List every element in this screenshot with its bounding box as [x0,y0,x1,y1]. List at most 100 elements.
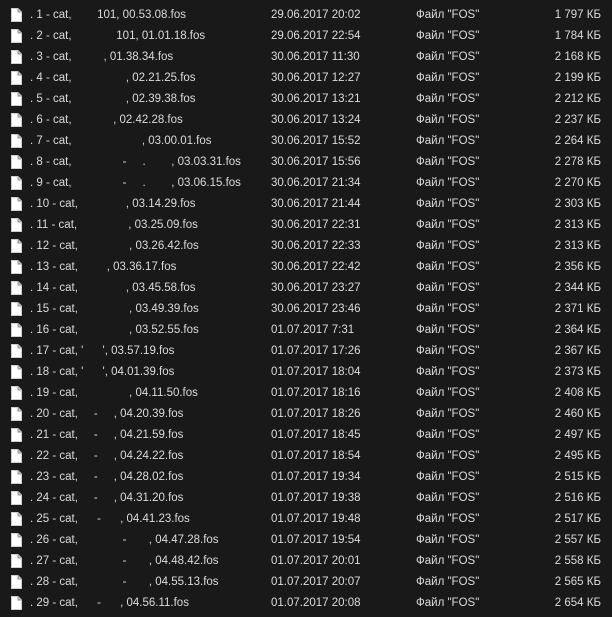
file-row-11[interactable]: . 11 - cat, , 03.25.09.fos 30.06.2017 22… [0,215,612,236]
file-icon [11,176,22,190]
file-size: 2 515 КБ [554,471,601,483]
file-type: Файл "FOS" [416,366,480,378]
file-row-24[interactable]: . 24 - cat, - , 04.31.20.fos 01.07.2017 … [0,488,612,509]
file-row-22[interactable]: . 22 - cat, - , 04.24.22.fos 01.07.2017 … [0,446,612,467]
file-row-10[interactable]: . 10 - cat, , 03.14.29.fos 30.06.2017 21… [0,194,612,215]
file-name: . 19 - cat, , 04.11.50.fos [30,387,198,399]
file-type: Файл "FOS" [416,93,480,105]
file-name: . 2 - cat, 101, 01.01.18.fos [30,30,206,42]
file-row-28[interactable]: . 28 - cat, - , 04.55.13.fos 01.07.2017 … [0,572,612,593]
file-date-modified: 01.07.2017 18:26 [271,408,361,420]
file-row-2[interactable]: . 2 - cat, 101, 01.01.18.fos 29.06.2017 … [0,26,612,47]
file-name: . 10 - cat, , 03.14.29.fos [30,198,196,210]
file-row-25[interactable]: . 25 - cat, - , 04.41.23.fos 01.07.2017 … [0,509,612,530]
file-icon [11,323,22,337]
file-name: . 4 - cat, , 02.21.25.fos [30,72,196,84]
file-date-modified: 30.06.2017 15:52 [271,135,361,147]
file-date-modified: 01.07.2017 7:31 [271,324,355,336]
file-row-27[interactable]: . 27 - cat, - , 04.48.42.fos 01.07.2017 … [0,551,612,572]
file-date-modified: 30.06.2017 21:44 [271,198,361,210]
file-row-9[interactable]: . 9 - cat, - . , 03.06.15.fos 30.06.2017… [0,173,612,194]
file-row-12[interactable]: . 12 - cat, , 03.26.42.fos 30.06.2017 22… [0,236,612,257]
file-size: 2 516 КБ [554,492,601,504]
file-icon [11,533,22,547]
file-name: . 20 - cat, - , 04.20.39.fos [30,408,184,420]
file-date-modified: 01.07.2017 18:16 [271,387,361,399]
file-name: . 28 - cat, - , 04.55.13.fos [30,576,219,588]
file-row-3[interactable]: . 3 - cat, , 01.38.34.fos 30.06.2017 11:… [0,47,612,68]
file-name: . 13 - cat, , 03.36.17.fos [30,261,177,273]
file-name: . 26 - cat, - , 04.47.28.fos [30,534,219,546]
file-date-modified: 30.06.2017 22:42 [271,261,361,273]
file-row-4[interactable]: . 4 - cat, , 02.21.25.fos 30.06.2017 12:… [0,68,612,89]
file-type: Файл "FOS" [416,177,480,189]
file-row-19[interactable]: . 19 - cat, , 04.11.50.fos 01.07.2017 18… [0,383,612,404]
file-date-modified: 01.07.2017 18:45 [271,429,361,441]
file-row-17[interactable]: . 17 - cat, ' ', 03.57.19.fos 01.07.2017… [0,341,612,362]
file-type: Файл "FOS" [416,450,480,462]
file-row-14[interactable]: . 14 - cat, , 03.45.58.fos 30.06.2017 23… [0,278,612,299]
file-date-modified: 01.07.2017 17:26 [271,345,361,357]
file-size: 2 654 КБ [554,597,601,609]
file-row-21[interactable]: . 21 - cat, - , 04.21.59.fos 01.07.2017 … [0,425,612,446]
file-icon [11,218,22,232]
file-name: . 23 - cat, - , 04.28.02.fos [30,471,184,483]
file-type: Файл "FOS" [416,30,480,42]
file-row-1[interactable]: . 1 - cat, 101, 00.53.08.fos 29.06.2017 … [0,5,612,26]
file-date-modified: 29.06.2017 22:54 [271,30,361,42]
file-type: Файл "FOS" [416,219,480,231]
file-size: 2 168 КБ [554,51,601,63]
file-type: Файл "FOS" [416,597,480,609]
file-date-modified: 01.07.2017 20:07 [271,576,361,588]
file-row-26[interactable]: . 26 - cat, - , 04.47.28.fos 01.07.2017 … [0,530,612,551]
file-size: 2 212 КБ [554,93,601,105]
file-name: . 21 - cat, - , 04.21.59.fos [30,429,184,441]
file-row-20[interactable]: . 20 - cat, - , 04.20.39.fos 01.07.2017 … [0,404,612,425]
file-icon [11,113,22,127]
file-type: Файл "FOS" [416,555,480,567]
file-icon [11,365,22,379]
file-size: 2 460 КБ [554,408,601,420]
file-date-modified: 30.06.2017 13:21 [271,93,361,105]
file-row-15[interactable]: . 15 - cat, , 03.49.39.fos 30.06.2017 23… [0,299,612,320]
file-icon [11,281,22,295]
file-icon [11,134,22,148]
file-date-modified: 30.06.2017 12:27 [271,72,361,84]
file-type: Файл "FOS" [416,429,480,441]
file-row-8[interactable]: . 8 - cat, - . , 03.03.31.fos 30.06.2017… [0,152,612,173]
file-type: Файл "FOS" [416,303,480,315]
file-type: Файл "FOS" [416,9,480,21]
file-name: . 7 - cat, , 03.00.01.fos [30,135,212,147]
file-icon [11,92,22,106]
file-type: Файл "FOS" [416,240,480,252]
file-date-modified: 30.06.2017 11:30 [271,51,360,63]
file-row-7[interactable]: . 7 - cat, , 03.00.01.fos 30.06.2017 15:… [0,131,612,152]
file-icon [11,491,22,505]
file-icon [11,407,22,421]
file-row-6[interactable]: . 6 - cat, , 02.42.28.fos 30.06.2017 13:… [0,110,612,131]
file-name: . 11 - cat, , 03.25.09.fos [30,219,198,231]
file-name: . 15 - cat, , 03.49.39.fos [30,303,199,315]
file-icon [11,8,22,22]
file-icon [11,155,22,169]
file-row-29[interactable]: . 29 - cat, - , 04.56.11.fos 01.07.2017 … [0,593,612,614]
file-icon [11,428,22,442]
file-row-13[interactable]: . 13 - cat, , 03.36.17.fos 30.06.2017 22… [0,257,612,278]
file-row-5[interactable]: . 5 - cat, , 02.39.38.fos 30.06.2017 13:… [0,89,612,110]
file-size: 2 303 КБ [554,198,601,210]
file-icon [11,29,22,43]
file-name: . 6 - cat, , 02.42.28.fos [30,114,183,126]
file-type: Файл "FOS" [416,51,480,63]
file-date-modified: 01.07.2017 18:04 [271,366,361,378]
file-date-modified: 01.07.2017 19:38 [271,492,361,504]
file-date-modified: 01.07.2017 20:01 [271,555,361,567]
file-size: 2 558 КБ [554,555,601,567]
file-row-23[interactable]: . 23 - cat, - , 04.28.02.fos 01.07.2017 … [0,467,612,488]
file-size: 2 199 КБ [554,72,601,84]
file-row-18[interactable]: . 18 - cat, ' ', 04.01.39.fos 01.07.2017… [0,362,612,383]
file-size: 2 408 КБ [554,387,601,399]
file-icon [11,386,22,400]
file-icon [11,260,22,274]
file-row-16[interactable]: . 16 - cat, , 03.52.55.fos 01.07.2017 7:… [0,320,612,341]
file-icon [11,596,22,610]
